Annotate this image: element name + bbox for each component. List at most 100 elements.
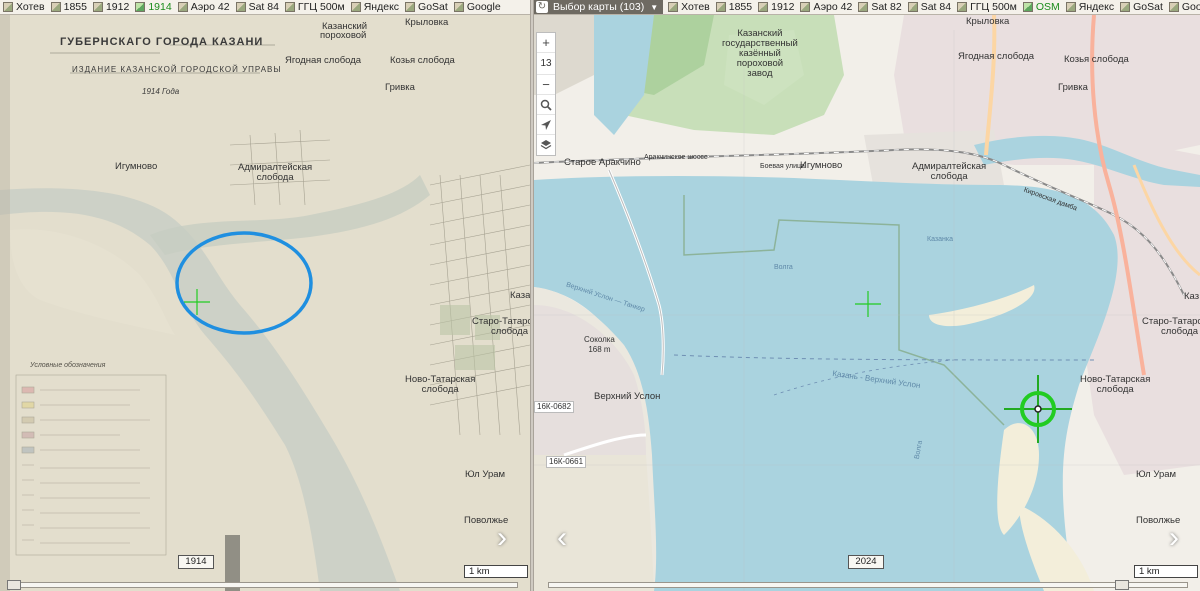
- label-road-16k-0661: 16К-0661: [546, 456, 587, 468]
- layer-tab-label: Яндекс: [363, 1, 400, 13]
- layer-tab-label: ГГЦ 500м: [297, 1, 345, 13]
- label-novo-tatarskaya: Ново-Татарская слобода: [405, 374, 476, 395]
- zoom-control: + 13 −: [536, 32, 556, 156]
- layer-tab-left-5[interactable]: Sat 84: [233, 0, 282, 14]
- map-thumb-icon: [177, 2, 188, 12]
- layer-tab-right-4[interactable]: Sat 82: [855, 0, 904, 14]
- year-badge-left: 1914: [178, 555, 214, 569]
- layer-tab-right-8[interactable]: Яндекс: [1063, 0, 1117, 14]
- map-thumb-icon: [907, 2, 918, 12]
- layer-tab-label: ГГЦ 500м: [970, 1, 1017, 13]
- layer-tab-right-6[interactable]: ГГЦ 500м: [954, 0, 1020, 14]
- layer-tab-label: GoSat: [418, 1, 448, 13]
- map-select-label: Выбор карты (103): [553, 1, 645, 13]
- next-map-arrow[interactable]: ›: [490, 523, 514, 557]
- right-layer-bar: ↻ Выбор карты (103) ▼ Хотев 1855 1912 Аэро …: [534, 0, 1200, 15]
- map-thumb-icon: [50, 2, 61, 12]
- layer-tab-right-5[interactable]: Sat 84: [905, 0, 954, 14]
- locate-icon[interactable]: [537, 115, 555, 135]
- map-thumb-icon: [1120, 2, 1131, 12]
- search-icon[interactable]: [537, 95, 555, 115]
- label-kozya: Козья слобода: [390, 55, 455, 66]
- layer-tab-right-10[interactable]: Google: [1166, 0, 1200, 14]
- layer-tab-left-4[interactable]: Аэро 42: [175, 0, 233, 14]
- layer-tab-left-0[interactable]: Хотев: [0, 0, 48, 14]
- label-yul-uram: Юл Урам: [465, 469, 506, 480]
- layer-tab-right-2[interactable]: 1912: [755, 0, 797, 14]
- label-arakchinskoe-shosse: Аракчинское шоссе: [644, 154, 708, 161]
- label-powder-factory: Казанский государственный казённый порох…: [722, 28, 798, 79]
- label-kazanka: Казанка: [927, 236, 953, 243]
- map-thumb-icon: [957, 2, 968, 12]
- map-thumb-icon: [1022, 2, 1033, 12]
- layers-icon[interactable]: [537, 135, 555, 155]
- map-thumb-icon: [1065, 2, 1076, 12]
- map-thumb-icon: [284, 2, 295, 12]
- layer-tab-label: 1912: [105, 1, 130, 13]
- left-map-pane[interactable]: Хотев 1855 1912 1914 Аэро 42 Sat 84 ГГЦ 500м Ян…: [0, 0, 530, 591]
- layer-tab-label: OSM: [1035, 1, 1060, 13]
- slider-thumb-right[interactable]: [1115, 580, 1129, 590]
- layer-tab-left-9[interactable]: Google: [451, 0, 504, 14]
- map-thumb-icon: [715, 2, 726, 12]
- layer-tab-left-2[interactable]: 1912: [90, 0, 132, 14]
- right-map-pane[interactable]: ↻ Выбор карты (103) ▼ Хотев 1855 1912 Аэро …: [534, 0, 1200, 591]
- label-staro-tatarskaya: Старо-Татарская слобода: [472, 316, 530, 337]
- right-layer-list: Хотев 1855 1912 Аэро 42 Sat 82 Sat 84 ГГЦ 500м…: [665, 0, 1200, 14]
- layer-tab-label: 1855: [728, 1, 753, 13]
- zoom-in-button[interactable]: +: [537, 33, 555, 53]
- layer-tab-right-0[interactable]: Хотев: [665, 0, 713, 14]
- refresh-icon[interactable]: ↻: [536, 1, 548, 13]
- label-yagodnaya: Ягодная слобода: [285, 55, 362, 66]
- label-road-16k-0682: 16К-0682: [534, 401, 575, 413]
- chevron-down-icon: ▼: [650, 2, 659, 12]
- layer-tab-left-1[interactable]: 1855: [48, 0, 90, 14]
- label-sokolka: Соколка 168 m: [584, 335, 615, 354]
- label-porokhovoy: пороховой: [320, 30, 367, 41]
- opacity-slider-right[interactable]: [548, 580, 1188, 590]
- label-volga: Волга: [774, 264, 793, 271]
- scale-bar-right: 1 km: [1134, 565, 1198, 578]
- next-map-arrow-right[interactable]: ›: [1162, 523, 1186, 557]
- layer-tab-label: Google: [466, 1, 501, 13]
- year-badge-right: 2024: [848, 555, 884, 569]
- legend-title: Условные обозначения: [30, 362, 106, 369]
- label-igumnovo-osm: Игумново: [800, 160, 843, 171]
- label-staro-tatarskaya-osm: Старо-Татарская слобода: [1142, 316, 1200, 337]
- slider-thumb-left[interactable]: [7, 580, 21, 590]
- layer-tab-left-8[interactable]: GoSat: [402, 0, 451, 14]
- label-boevaya: Боевая улица: [760, 163, 805, 170]
- map-thumb-icon: [135, 2, 146, 12]
- layer-tab-left-3[interactable]: 1914: [132, 0, 174, 14]
- layer-tab-right-9[interactable]: GoSat: [1117, 0, 1166, 14]
- label-krylovka: Крыловка: [405, 17, 449, 28]
- modern-map-canvas[interactable]: + 13 − Казанский государственный казённы…: [534, 15, 1200, 591]
- map-thumb-icon: [3, 2, 13, 12]
- layer-tab-label: Sat 82: [871, 1, 902, 13]
- label-admiralteyskaya-osm: Адмиралтейская слобода: [912, 161, 987, 182]
- layer-tab-label: Аэро 42: [813, 1, 853, 13]
- scale-bar-left: 1 km: [464, 565, 528, 578]
- layer-tab-right-3[interactable]: Аэро 42: [797, 0, 855, 14]
- map-thumb-icon: [758, 2, 769, 12]
- label-kaz: Каз: [1184, 291, 1200, 302]
- label-grivka-osm: Гривка: [1058, 82, 1088, 93]
- map-select-dropdown[interactable]: ↻ Выбор карты (103) ▼: [534, 0, 664, 14]
- historic-map-canvas[interactable]: ГУБЕРНСКАГО ГОРОДА КАЗАНИ ИЗДАНИЕ КАЗАНС…: [0, 15, 530, 591]
- map-thumb-icon: [858, 2, 869, 12]
- layer-tab-label: Sat 84: [248, 1, 279, 13]
- layer-tab-left-6[interactable]: ГГЦ 500м: [282, 0, 348, 14]
- layer-tab-left-7[interactable]: Яндекс: [348, 0, 402, 14]
- layer-tab-right-1[interactable]: 1855: [713, 0, 755, 14]
- layer-tab-right-7[interactable]: OSM: [1020, 0, 1063, 14]
- prev-map-arrow[interactable]: ‹: [550, 523, 574, 557]
- layer-tab-label: Хотев: [681, 1, 710, 13]
- zoom-out-button[interactable]: −: [537, 75, 555, 95]
- label-grivka: Гривка: [385, 82, 415, 93]
- layer-tab-label: Хотев: [16, 1, 45, 13]
- opacity-slider-left[interactable]: [7, 580, 518, 590]
- label-staroe-arakchino: Старое Аракчино: [564, 157, 641, 168]
- label-krylovka-osm: Крыловка: [966, 16, 1010, 27]
- map-thumb-icon: [405, 2, 416, 12]
- layer-tab-label: GoSat: [1133, 1, 1163, 13]
